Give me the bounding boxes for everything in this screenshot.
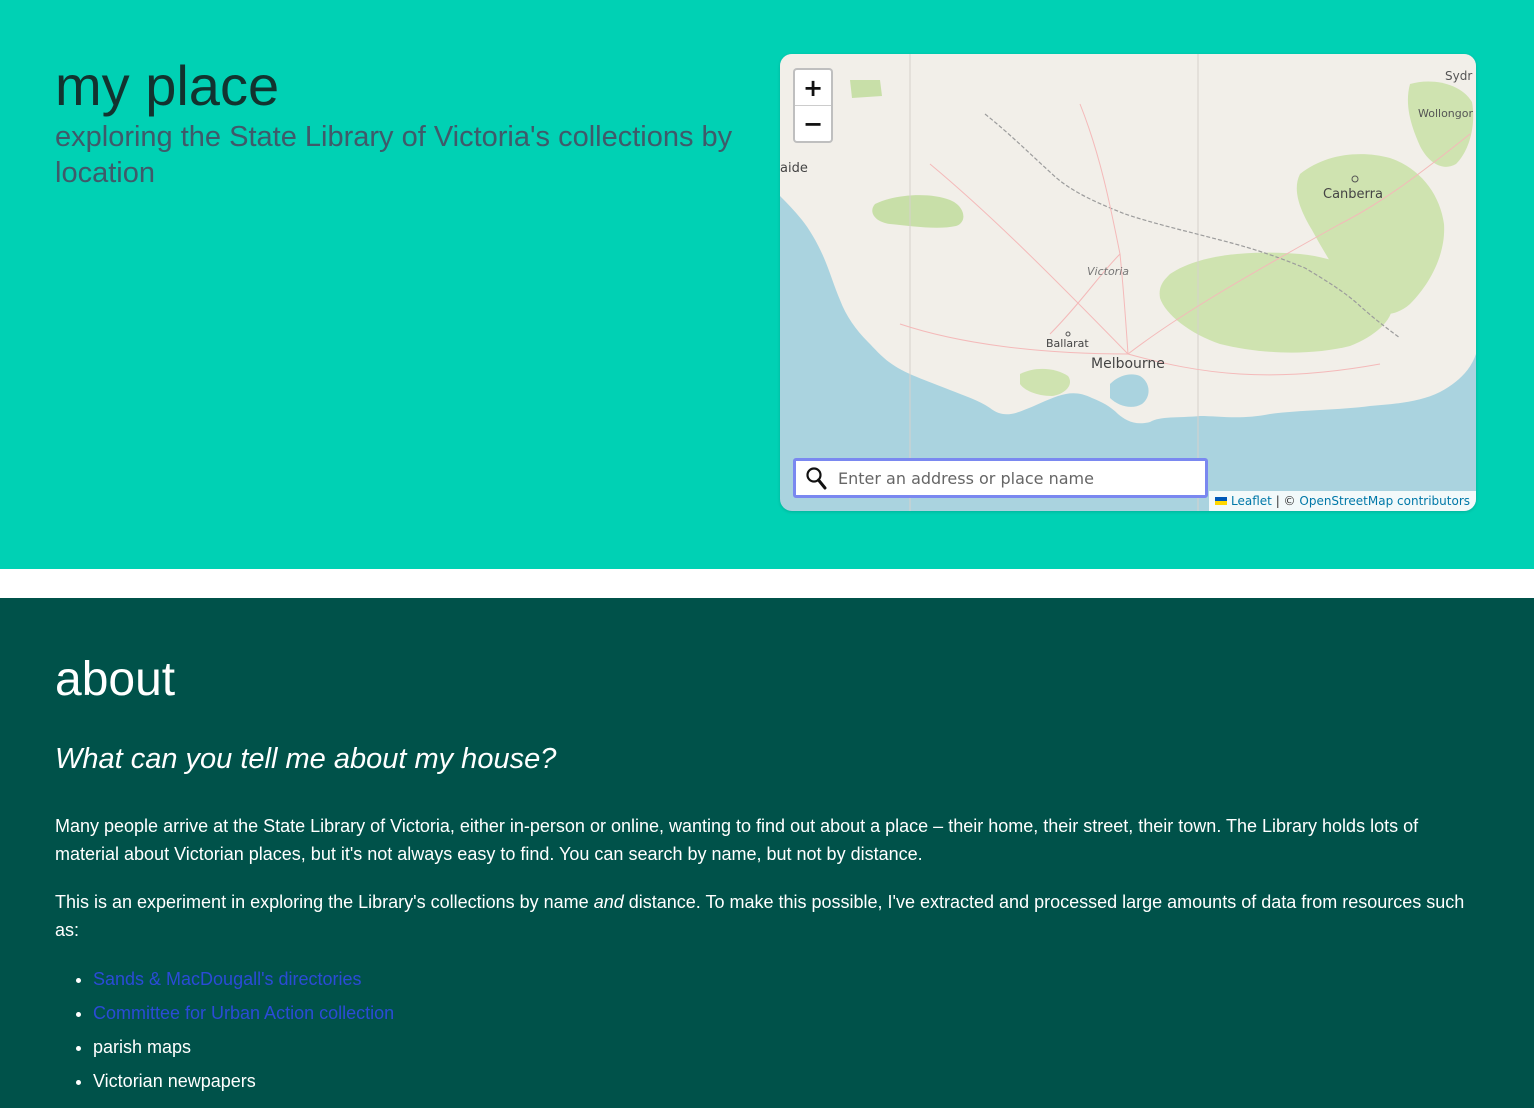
address-search-input[interactable] xyxy=(836,467,1200,489)
map-search[interactable] xyxy=(793,458,1208,498)
ukraine-flag-icon xyxy=(1215,497,1228,505)
about-heading: about xyxy=(55,653,176,706)
map[interactable]: Sydr Wollongor aide Canberra Victoria Ba… xyxy=(780,54,1476,511)
about-paragraph: Many people arrive at the State Library … xyxy=(55,816,1419,864)
page-title: my place xyxy=(55,54,280,117)
hero-section: my place exploring the State Library of … xyxy=(0,0,1534,569)
list-item: Victorian newpapers xyxy=(93,1066,394,1100)
map-attribution: Leaflet | © OpenStreetMap contributors xyxy=(1209,491,1476,511)
map-label-ballarat: Ballarat xyxy=(1046,337,1089,350)
leaflet-link[interactable]: Leaflet xyxy=(1231,491,1272,511)
zoom-in-button[interactable]: + xyxy=(795,70,831,105)
map-label-adelaide: aide xyxy=(780,161,808,176)
zoom-control: + − xyxy=(793,68,833,143)
osm-link[interactable]: OpenStreetMap contributors xyxy=(1299,491,1470,511)
list-item: Sands & MacDougall's directories xyxy=(93,964,394,998)
urban-action-link[interactable]: Committee for Urban Action collection xyxy=(93,1003,394,1023)
sands-macdougall-link[interactable]: Sands & MacDougall's directories xyxy=(93,969,362,989)
magnifier-icon xyxy=(806,467,827,490)
map-label-sydney: Sydr xyxy=(1445,69,1472,83)
section-divider xyxy=(0,569,1534,598)
map-label-melbourne: Melbourne xyxy=(1091,356,1165,372)
about-paragraph-emphasis: and xyxy=(593,892,624,912)
resource-list: Sands & MacDougall's directories Committ… xyxy=(55,964,394,1100)
about-section: about What can you tell me about my hous… xyxy=(0,598,1534,1108)
attribution-separator: | © xyxy=(1271,494,1300,508)
zoom-out-button[interactable]: − xyxy=(795,105,831,141)
map-label-victoria: Victoria xyxy=(1087,265,1129,278)
forest-area xyxy=(872,195,964,228)
page-subtitle: exploring the State Library of Victoria'… xyxy=(55,121,733,189)
forest-area xyxy=(850,80,882,98)
list-item: Committee for Urban Action collection xyxy=(93,998,394,1032)
resource-label: parish maps xyxy=(93,1037,192,1057)
map-tiles[interactable]: Sydr Wollongor aide Canberra Victoria Ba… xyxy=(780,54,1476,511)
about-paragraph-text: This is an experiment in exploring the L… xyxy=(55,892,594,912)
about-paragraph: This is an experiment in exploring the L… xyxy=(55,888,1480,944)
list-item: parish maps xyxy=(93,1032,394,1066)
map-label-wollongong: Wollongor xyxy=(1418,107,1473,120)
about-question: What can you tell me about my house? xyxy=(55,743,557,775)
map-label-canberra: Canberra xyxy=(1323,187,1383,202)
resource-label: Victorian newpapers xyxy=(93,1071,256,1091)
